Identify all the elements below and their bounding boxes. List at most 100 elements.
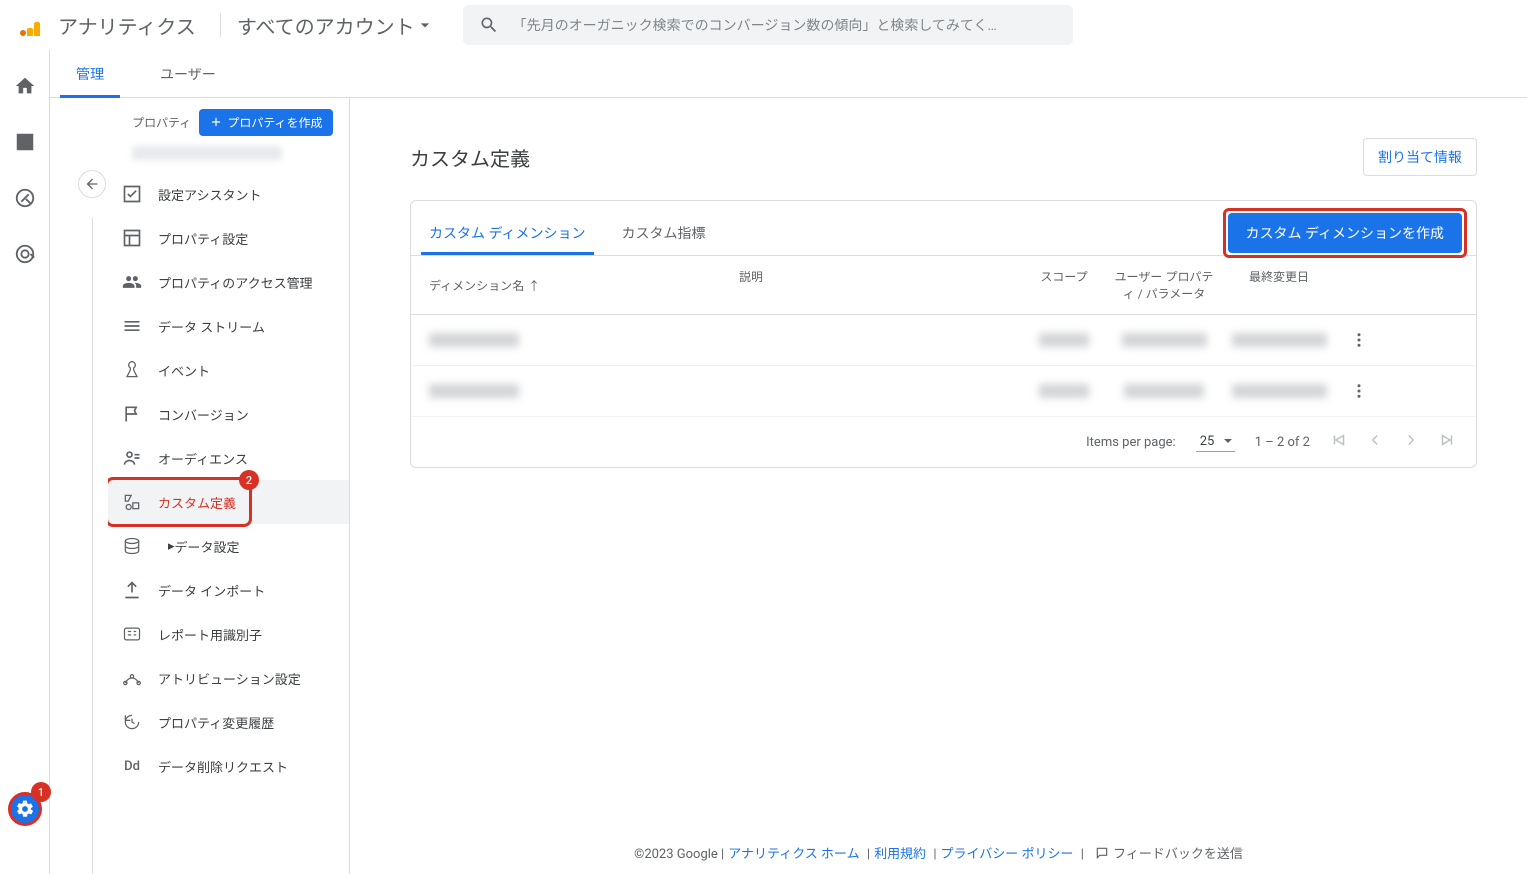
tab-custom-metrics[interactable]: カスタム指標 (618, 211, 710, 255)
row-menu-button[interactable] (1339, 382, 1379, 400)
row-menu-button[interactable] (1339, 331, 1379, 349)
property-label: プロパティ (132, 114, 191, 131)
tab-admin[interactable]: 管理 (72, 50, 108, 98)
sidebar-item-change-history[interactable]: プロパティ変更履歴 (108, 700, 349, 744)
left-rail: 1 (0, 50, 50, 874)
sidebar-item-label: 設定アシスタント (158, 185, 261, 204)
annotation-badge-1: 1 (31, 782, 51, 802)
sidebar-item-data-streams[interactable]: データ ストリーム (108, 304, 349, 348)
account-label: すべてのアカウント (237, 11, 415, 40)
analytics-logo (20, 14, 42, 36)
search-placeholder: 「先月のオーガニック検索でのコンバージョン数の傾向」と検索してみてく… (513, 15, 1057, 35)
sidebar-item-access-management[interactable]: プロパティのアクセス管理 (108, 260, 349, 304)
items-per-page-label: Items per page: (1086, 435, 1176, 450)
column-name[interactable]: ディメンション名↑ (429, 268, 739, 302)
back-button[interactable] (78, 170, 106, 198)
history-icon (120, 712, 144, 732)
attribution-icon (120, 668, 144, 688)
header: アナリティクス すべてのアカウント 「先月のオーガニック検索でのコンバージョン数… (0, 0, 1527, 50)
sidebar-item-label: データ インポート (158, 581, 265, 600)
sidebar-item-events[interactable]: イベント (108, 348, 349, 392)
product-name: アナリティクス (58, 11, 196, 40)
sidebar-item-audiences[interactable]: オーディエンス (108, 436, 349, 480)
page-range: 1 – 2 of 2 (1255, 435, 1310, 450)
sidebar-item-data-deletion[interactable]: Dd データ削除リクエスト (108, 744, 349, 788)
divider (220, 13, 221, 37)
column-parameter: ユーザー プロパティ / パラメータ (1109, 268, 1219, 302)
checkbox-icon (120, 184, 144, 204)
flag-icon (120, 404, 144, 424)
footer-terms-link[interactable]: 利用規約 (874, 847, 926, 862)
redacted-cell (1232, 384, 1327, 398)
sidebar-item-reporting-identity[interactable]: レポート用識別子 (108, 612, 349, 656)
sidebar-item-label: データ設定 (175, 537, 240, 556)
sidebar-item-custom-definitions[interactable]: カスタム定義 2 (108, 480, 349, 524)
sidebar-item-label: カスタム定義 (158, 493, 236, 512)
sidebar-item-label: プロパティ変更履歴 (158, 713, 274, 732)
database-icon (120, 536, 144, 556)
allocation-info-button[interactable]: 割り当て情報 (1363, 138, 1477, 176)
redacted-cell (1232, 333, 1327, 347)
reports-icon[interactable] (13, 130, 37, 154)
layout-icon (120, 228, 144, 248)
sidebar-item-label: データ削除リクエスト (158, 757, 288, 776)
sidebar-item-conversions[interactable]: コンバージョン (108, 392, 349, 436)
column-date: 最終変更日 (1219, 268, 1339, 302)
page-title: カスタム定義 (410, 143, 530, 172)
create-dimension-button[interactable]: カスタム ディメンションを作成 (1228, 213, 1463, 253)
redacted-cell (1122, 333, 1207, 347)
stream-icon (120, 316, 144, 336)
footer-feedback[interactable]: フィードバックを送信 (1113, 847, 1243, 862)
property-sidebar: プロパティ プロパティを作成 設定アシスタント プロパティ設定 プロパティのアク… (50, 98, 350, 874)
search-icon (479, 15, 499, 35)
redacted-cell (1039, 384, 1089, 398)
tabs: 管理 ユーザー (50, 50, 1527, 98)
first-page-button[interactable] (1330, 431, 1348, 453)
footer: ©2023 Google |アナリティクス ホーム |利用規約 |プライバシー … (350, 843, 1527, 864)
property-name-redacted (132, 146, 282, 160)
shapes-icon (120, 492, 144, 512)
sidebar-item-label: オーディエンス (158, 449, 248, 468)
sidebar-item-label: レポート用識別子 (158, 625, 262, 644)
sidebar-item-label: プロパティのアクセス管理 (158, 273, 313, 292)
redacted-cell (429, 384, 519, 398)
sort-arrow-icon: ↑ (528, 277, 540, 294)
redacted-cell (1039, 333, 1089, 347)
chevron-down-icon (415, 15, 435, 35)
column-scope: スコープ (1019, 268, 1109, 302)
explore-icon[interactable] (13, 186, 37, 210)
search-box[interactable]: 「先月のオーガニック検索でのコンバージョン数の傾向」と検索してみてく… (463, 5, 1073, 45)
prev-page-button[interactable] (1366, 431, 1384, 453)
last-page-button[interactable] (1438, 431, 1456, 453)
footer-privacy-link[interactable]: プライバシー ポリシー (941, 847, 1074, 862)
table-row (411, 315, 1476, 366)
tab-user[interactable]: ユーザー (156, 50, 220, 98)
redacted-cell (429, 333, 519, 347)
next-page-button[interactable] (1402, 431, 1420, 453)
tree-line (92, 218, 93, 874)
redacted-cell (1124, 384, 1204, 398)
tab-custom-dimensions[interactable]: カスタム ディメンション (425, 211, 590, 255)
footer-home-link[interactable]: アナリティクス ホーム (728, 847, 859, 862)
chevron-right-icon: ▸ (158, 539, 175, 554)
id-icon (120, 624, 144, 644)
sidebar-item-attribution-settings[interactable]: アトリビューション設定 (108, 656, 349, 700)
event-icon (120, 360, 144, 380)
main-canvas: カスタム定義 割り当て情報 カスタム ディメンション カスタム指標 カスタム デ… (350, 98, 1527, 874)
dd-icon: Dd (120, 759, 144, 774)
sidebar-item-label: プロパティ設定 (158, 229, 248, 248)
account-switcher[interactable]: すべてのアカウント (237, 11, 435, 40)
feedback-icon (1095, 846, 1109, 864)
items-per-page-select[interactable]: 25 (1196, 432, 1235, 452)
create-property-button[interactable]: プロパティを作成 (199, 109, 332, 136)
sidebar-item-data-import[interactable]: データ インポート (108, 568, 349, 612)
sidebar-item-data-settings[interactable]: ▸データ設定 (108, 524, 349, 568)
sidebar-item-setup-assistant[interactable]: 設定アシスタント (108, 172, 349, 216)
table-header: ディメンション名↑ 説明 スコープ ユーザー プロパティ / パラメータ 最終変… (411, 255, 1476, 315)
advertising-icon[interactable] (13, 242, 37, 266)
sidebar-item-property-settings[interactable]: プロパティ設定 (108, 216, 349, 260)
audience-icon (120, 448, 144, 468)
home-icon[interactable] (13, 74, 37, 98)
pagination: Items per page: 25 1 – 2 of 2 (411, 417, 1476, 467)
sidebar-item-label: データ ストリーム (158, 317, 265, 336)
